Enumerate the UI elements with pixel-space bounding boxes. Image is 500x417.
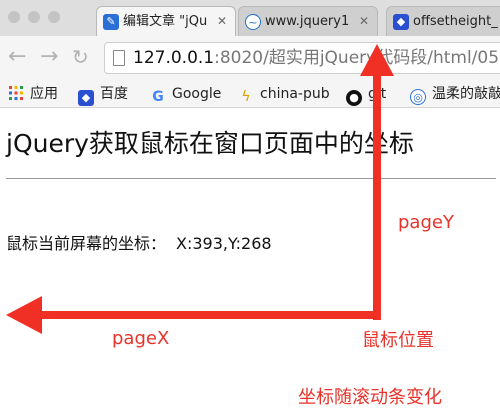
pagex-arrow-head <box>6 296 42 334</box>
tab-label: www.jquery1 <box>265 14 350 29</box>
mouse-position-label: 鼠标位置 <box>362 330 434 351</box>
bookmark-label: 温柔的敲敲 <box>432 86 500 102</box>
address-bar[interactable]: 127.0.0.1:8020/超实用jQuery代码段/html/05.h <box>104 42 500 74</box>
bookmark-google[interactable]: G Google <box>150 80 221 108</box>
tab-favicon-icon: ✎ <box>103 14 119 30</box>
tab-label: 编辑文章 "jQu <box>123 14 208 29</box>
github-icon: ● <box>346 90 362 106</box>
zoom-window-icon[interactable] <box>48 11 60 23</box>
bookmark-wenrou[interactable]: ◎ 温柔的敲敲 <box>410 80 500 108</box>
page-icon <box>113 50 125 66</box>
pagey-label: pageY <box>398 212 454 233</box>
coord-value: X:393,Y:268 <box>176 234 272 253</box>
tab-label: offsetheight_ <box>413 14 498 29</box>
tab-strip: ✎ 编辑文章 "jQu ✕ ~ www.jquery1 ✕ ◆ offsethe… <box>0 0 500 36</box>
tab-offsetheight[interactable]: ◆ offsetheight_ <box>386 6 500 36</box>
close-window-icon[interactable] <box>8 11 20 23</box>
scroll-note-label: 坐标随滚动条变化 <box>298 387 442 408</box>
bookmark-label: 百度 <box>100 86 128 102</box>
reload-icon[interactable]: ↻ <box>72 44 89 70</box>
china-pub-icon: ϟ <box>241 89 251 105</box>
horizontal-rule <box>6 178 496 179</box>
bookmark-baidu[interactable]: ◆ 百度 <box>78 80 128 108</box>
close-tab-icon[interactable]: ✕ <box>217 7 227 36</box>
bookmark-label: 应用 <box>30 86 58 102</box>
bookmark-label: china-pub <box>260 86 330 102</box>
back-arrow-icon[interactable]: ← <box>8 44 26 70</box>
baidu-paw-icon: ◆ <box>78 90 94 106</box>
close-tab-icon[interactable]: ✕ <box>359 7 369 36</box>
bookmark-git[interactable]: ● git <box>346 80 386 108</box>
bookmark-icon: ◎ <box>410 89 426 105</box>
bookmark-apps[interactable]: 应用 <box>8 80 58 108</box>
bookmark-label: git <box>368 86 387 102</box>
mouse-coordinates: 鼠标当前屏幕的坐标： X:393,Y:268 <box>6 230 272 254</box>
bookmark-label: Google <box>172 86 222 102</box>
tab-jquery[interactable]: ~ www.jquery1 ✕ <box>238 6 378 36</box>
pagex-label: pageX <box>112 328 170 349</box>
jquery-logo-icon: ~ <box>245 14 261 30</box>
page-title: jQuery获取鼠标在窗口页面中的坐标 <box>6 129 414 158</box>
bookmarks-bar: 应用 ◆ 百度 G Google ϟ china-pub ● git ◎ 温柔的敲敲 <box>0 80 500 108</box>
coord-label: 鼠标当前屏幕的坐标： <box>6 234 167 253</box>
tab-edit-article[interactable]: ✎ 编辑文章 "jQu ✕ <box>96 6 236 36</box>
url-path: :8020/超实用jQuery代码段/html/05.h <box>214 48 500 68</box>
browser-toolbar: ← → ↻ 127.0.0.1:8020/超实用jQuery代码段/html/0… <box>0 36 500 80</box>
pagex-arrow-shaft <box>26 311 381 319</box>
baidu-paw-icon: ◆ <box>393 14 409 30</box>
url-host: 127.0.0.1 <box>133 48 215 68</box>
google-g-icon: G <box>152 89 164 105</box>
minimize-window-icon[interactable] <box>28 11 40 23</box>
bookmark-china-pub[interactable]: ϟ china-pub <box>238 80 330 108</box>
apps-grid-icon <box>8 85 24 101</box>
forward-arrow-icon[interactable]: → <box>40 44 58 70</box>
